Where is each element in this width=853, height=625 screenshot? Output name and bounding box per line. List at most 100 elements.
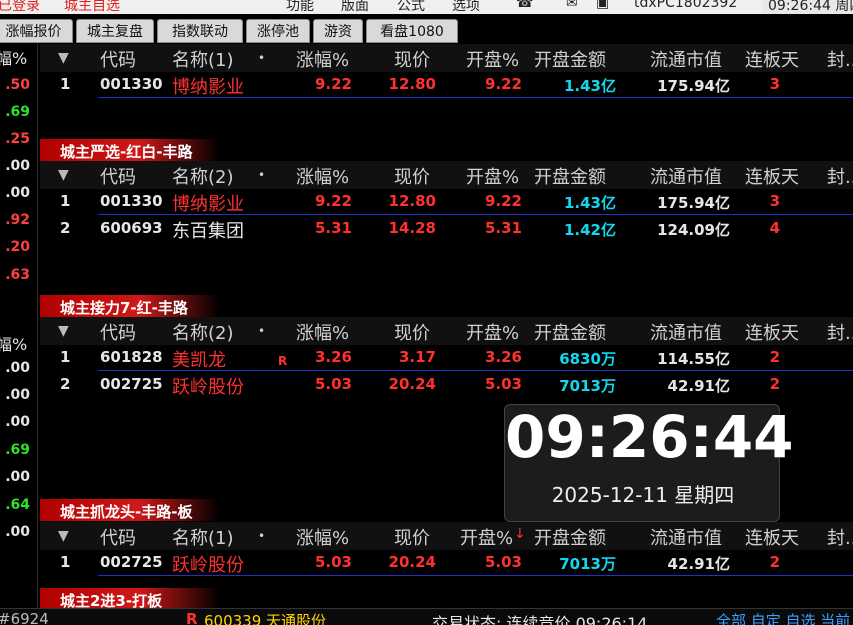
col-code[interactable]: 代码 — [100, 163, 136, 189]
menu-layout[interactable]: 版面 — [341, 0, 369, 14]
left-value: .25 — [5, 131, 30, 147]
col-price[interactable]: 现价 — [394, 46, 430, 72]
table-row[interactable]: 1 001330 博纳影业 9.22 12.80 9.22 1.43亿 175.… — [40, 189, 853, 215]
col-float-cap[interactable]: 流通市值 — [650, 524, 722, 550]
col-price[interactable]: 现价 — [394, 163, 430, 189]
clock-widget[interactable]: 09:26:44 2025-12-11 星期四 — [504, 404, 794, 522]
col-name[interactable]: 名称(1) — [172, 46, 234, 72]
panel-title-banner[interactable]: 城主接力7-红-丰路 — [40, 295, 220, 317]
col-open[interactable]: 开盘% — [466, 46, 519, 72]
col-open[interactable]: 开盘% — [460, 524, 513, 550]
stock-code: 002725 — [100, 553, 163, 571]
left-header-2: 幅% — [0, 335, 28, 354]
col-name[interactable]: 名称(2) — [172, 319, 234, 345]
menu-function[interactable]: 功能 — [286, 0, 314, 14]
col-open-amount[interactable]: 开盘金额 — [534, 524, 606, 550]
tab-hot-money[interactable]: 游资 — [313, 19, 363, 43]
clock-strip: 09:26:44 周四 — [762, 0, 853, 14]
col-code[interactable]: 代码 — [100, 319, 136, 345]
sort-arrow-icon[interactable]: ▼ — [58, 50, 69, 66]
change-pct: 9.22 — [314, 75, 352, 93]
menu-options[interactable]: 选项 — [452, 0, 480, 14]
headset-icon[interactable]: ☎ — [516, 0, 533, 11]
stock-name: 跃岭股份 — [172, 555, 244, 576]
table-row[interactable]: 1 001330 博纳影业 9.22 12.80 9.22 1.43亿 175.… — [40, 72, 853, 98]
window-icon[interactable]: ▣ — [596, 0, 609, 11]
col-limit-days[interactable]: 连板天 — [745, 524, 799, 550]
change-pct: 5.31 — [314, 219, 352, 237]
open-pct: 3.26 — [484, 348, 522, 366]
user-label[interactable]: 城主自选 — [64, 0, 120, 14]
float-cap: 175.94亿 — [657, 77, 730, 95]
table-row[interactable]: 1 002725 跃岭股份 5.03 20.24 5.03 7013万 42.9… — [40, 550, 853, 576]
col-seal[interactable]: 封... — [827, 163, 853, 189]
price: 14.28 — [388, 219, 436, 237]
col-code[interactable]: 代码 — [100, 46, 136, 72]
limit-days: 2 — [769, 553, 780, 571]
col-open[interactable]: 开盘% — [466, 163, 519, 189]
message-icon[interactable]: ✉ — [566, 0, 578, 11]
row-separator — [98, 370, 853, 371]
col-float-cap[interactable]: 流通市值 — [650, 46, 722, 72]
col-change[interactable]: 涨幅% — [296, 319, 349, 345]
float-cap: 124.09亿 — [657, 221, 730, 239]
left-value: .69 — [5, 104, 30, 120]
tab-watch-1080[interactable]: 看盘1080 — [366, 19, 458, 43]
open-pct: 5.03 — [484, 375, 522, 393]
sort-down-arrow-icon[interactable]: ↓ — [514, 526, 526, 542]
float-cap: 42.91亿 — [667, 555, 730, 573]
status-right-tabs[interactable]: 全部 自定 自选 当前 — [716, 610, 850, 625]
stock-name: 美凯龙 — [172, 350, 226, 371]
tab-review[interactable]: 城主复盘 — [76, 19, 154, 43]
table-row[interactable]: 1 601828 美凯龙 R 3.26 3.17 3.26 6830万 114.… — [40, 345, 853, 371]
clock-date: 2025-12-11 星期四 — [551, 483, 735, 507]
status-stock[interactable]: 600339 天通股份 — [204, 610, 326, 625]
panel-title-banner[interactable]: 城主2进3-打板 — [40, 588, 220, 610]
left-value: .50 — [5, 77, 30, 93]
col-name[interactable]: 名称(1) — [172, 524, 234, 550]
col-float-cap[interactable]: 流通市值 — [650, 319, 722, 345]
col-change[interactable]: 涨幅% — [296, 46, 349, 72]
col-float-cap[interactable]: 流通市值 — [650, 163, 722, 189]
col-name[interactable]: 名称(2) — [172, 163, 234, 189]
dot-icon: • — [258, 324, 266, 338]
panel-title-banner[interactable]: 城主抓龙头-丰路-板 — [40, 499, 220, 521]
col-open-amount[interactable]: 开盘金额 — [534, 163, 606, 189]
col-price[interactable]: 现价 — [394, 524, 430, 550]
col-limit-days[interactable]: 连板天 — [745, 46, 799, 72]
col-seal[interactable]: 封... — [827, 46, 853, 72]
stock-panels: ▼ 代码 名称(1) • 涨幅% 现价 开盘% 开盘金额 流通市值 连板天 封.… — [40, 44, 853, 610]
float-cap: 175.94亿 — [657, 194, 730, 212]
float-cap: 114.55亿 — [657, 350, 730, 368]
top-menu-bar: 已登录 城主自选 功能 版面 公式 选项 ☎ ✉ ▣ tdxPC1802392 … — [0, 0, 853, 14]
col-change[interactable]: 涨幅% — [296, 163, 349, 189]
left-value: .20 — [5, 239, 30, 255]
stock-name: 东百集团 — [172, 221, 244, 242]
open-amount: 1.43亿 — [563, 194, 616, 212]
col-open-amount[interactable]: 开盘金额 — [534, 319, 606, 345]
price: 12.80 — [388, 192, 436, 210]
tab-limit-pool[interactable]: 涨停池 — [246, 19, 310, 43]
col-price[interactable]: 现价 — [394, 319, 430, 345]
tab-index-link[interactable]: 指数联动 — [157, 19, 243, 43]
col-limit-days[interactable]: 连板天 — [745, 319, 799, 345]
change-pct: 9.22 — [314, 192, 352, 210]
col-limit-days[interactable]: 连板天 — [745, 163, 799, 189]
sort-arrow-icon[interactable]: ▼ — [58, 167, 69, 183]
table-row[interactable]: 2 002725 跃岭股份 5.03 20.24 5.03 7013万 42.9… — [40, 372, 853, 398]
panel-title-banner[interactable]: 城主严选-红白-丰路 — [40, 139, 220, 161]
col-seal[interactable]: 封... — [827, 319, 853, 345]
panel-title: 城主接力7-红-丰路 — [60, 299, 188, 317]
menu-formula[interactable]: 公式 — [397, 0, 425, 14]
col-code[interactable]: 代码 — [100, 524, 136, 550]
top-time: 09:26:44 周四 — [768, 0, 853, 14]
tab-change-quote[interactable]: 涨幅报价 — [0, 19, 73, 43]
stock-code: 001330 — [100, 75, 163, 93]
col-open-amount[interactable]: 开盘金额 — [534, 46, 606, 72]
col-open[interactable]: 开盘% — [466, 319, 519, 345]
sort-arrow-icon[interactable]: ▼ — [58, 323, 69, 339]
col-change[interactable]: 涨幅% — [296, 524, 349, 550]
sort-arrow-icon[interactable]: ▼ — [58, 528, 69, 544]
table-row[interactable]: 2 600693 东百集团 5.31 14.28 5.31 1.42亿 124.… — [40, 216, 853, 242]
col-seal[interactable]: 封... — [827, 524, 853, 550]
